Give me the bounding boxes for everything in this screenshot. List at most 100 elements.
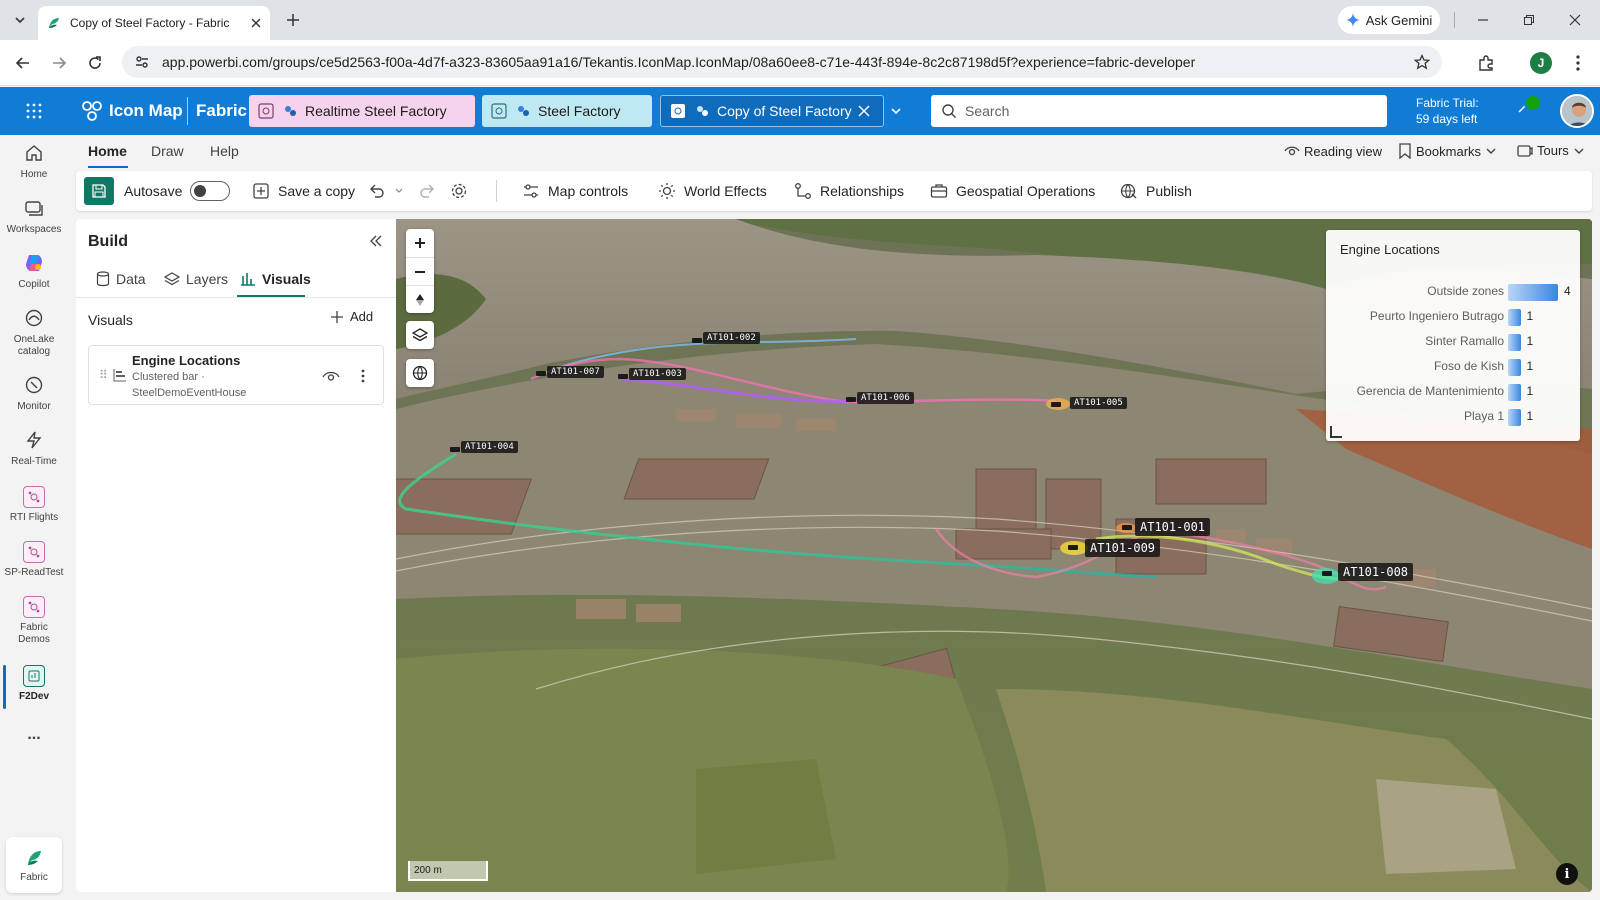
fabric-experience-switcher[interactable]: Fabric bbox=[6, 837, 62, 893]
item-tab-realtime-steel-factory[interactable]: Realtime Steel Factory bbox=[249, 95, 475, 127]
engine-label-at101-004[interactable]: AT101-004 bbox=[461, 441, 518, 453]
chart-bar[interactable] bbox=[1508, 384, 1521, 401]
tab-layers[interactable]: Layers bbox=[164, 271, 228, 287]
globe-button[interactable] bbox=[406, 359, 434, 387]
rail-item-real-time[interactable]: Real-Time bbox=[0, 428, 68, 468]
chevron-down-icon[interactable] bbox=[394, 186, 404, 196]
save-a-copy-button[interactable]: Save a copy bbox=[252, 171, 355, 211]
world-effects-button[interactable]: World Effects bbox=[658, 171, 767, 211]
chart-bar[interactable] bbox=[1508, 409, 1521, 426]
tab-visuals[interactable]: Visuals bbox=[240, 271, 311, 287]
close-icon[interactable] bbox=[250, 17, 262, 29]
rail-item-onelake-catalog[interactable]: OneLake catalog bbox=[0, 306, 68, 358]
info-button[interactable]: i bbox=[1556, 863, 1578, 885]
profile-avatar[interactable]: J bbox=[1530, 52, 1552, 74]
forward-button[interactable] bbox=[47, 51, 71, 75]
engine-label-at101-009[interactable]: AT101-009 bbox=[1085, 539, 1161, 557]
resize-handle-icon[interactable] bbox=[1330, 426, 1342, 438]
publish-button[interactable]: Publish bbox=[1120, 171, 1192, 211]
more-tabs-button[interactable] bbox=[886, 101, 906, 121]
relationships-button[interactable]: Relationships bbox=[794, 171, 904, 211]
chart-bar[interactable] bbox=[1508, 359, 1521, 376]
rail-item-rti-flights[interactable]: RTI Flights bbox=[0, 486, 68, 524]
tab-data[interactable]: Data bbox=[96, 271, 146, 287]
rail-item-workspaces[interactable]: Workspaces bbox=[0, 196, 68, 236]
bookmarks-button[interactable]: Bookmarks bbox=[1398, 143, 1497, 159]
item-tab-copy-of-steel-factory[interactable]: Copy of Steel Factory bbox=[660, 95, 884, 127]
new-tab-button[interactable] bbox=[282, 9, 304, 31]
engine-label-at101-002[interactable]: AT101-002 bbox=[703, 332, 760, 344]
reading-view-button[interactable]: Reading view bbox=[1284, 143, 1382, 159]
app-launcher-button[interactable] bbox=[22, 99, 46, 123]
bookmark-star-icon[interactable] bbox=[1414, 54, 1430, 70]
drag-handle-icon[interactable]: ⠿ bbox=[99, 368, 108, 382]
save-button[interactable] bbox=[84, 171, 114, 211]
visibility-toggle[interactable] bbox=[321, 366, 341, 386]
settings-button[interactable] bbox=[450, 171, 468, 211]
arrow-right-icon bbox=[53, 57, 67, 69]
add-visual-button[interactable]: Add bbox=[330, 309, 373, 324]
icon-map-item-icon bbox=[693, 102, 711, 120]
zoom-out-button[interactable] bbox=[406, 257, 434, 285]
site-settings-icon[interactable] bbox=[134, 54, 150, 70]
chart-category-label: Gerencia de Mantenimiento bbox=[1356, 384, 1504, 398]
engine-locations-chart[interactable]: Engine Locations Outside zones 4 Peurto In… bbox=[1326, 230, 1580, 441]
engine-label-at101-007[interactable]: AT101-007 bbox=[547, 366, 604, 378]
rail-item-monitor[interactable]: Monitor bbox=[0, 373, 68, 413]
geospatial-operations-button[interactable]: Geospatial Operations bbox=[930, 171, 1095, 211]
rail-item-f2dev[interactable]: F2Dev bbox=[0, 665, 68, 703]
restore-button[interactable] bbox=[1514, 8, 1544, 32]
map-controls-label: Map controls bbox=[548, 183, 629, 199]
tab-home[interactable]: Home bbox=[88, 143, 127, 159]
browser-tab-active[interactable]: Copy of Steel Factory - Fabric bbox=[38, 6, 270, 40]
chart-data-label: 4 bbox=[1564, 284, 1571, 298]
rail-item-label: Fabric Demos bbox=[18, 622, 50, 645]
undo-button[interactable] bbox=[368, 171, 404, 211]
zoom-in-button[interactable] bbox=[406, 229, 434, 257]
engine-label-at101-001[interactable]: AT101-001 bbox=[1135, 518, 1211, 536]
collapse-panel-button[interactable] bbox=[364, 229, 388, 253]
rail-item-home[interactable]: Home bbox=[0, 141, 68, 181]
tours-button[interactable]: Tours bbox=[1517, 143, 1585, 158]
rail-item-fabric-demos[interactable]: Fabric Demos bbox=[0, 596, 68, 646]
visual-card-engine-locations[interactable]: ⠿ Engine Locations Clustered bar · Steel… bbox=[88, 345, 384, 405]
close-window-button[interactable] bbox=[1560, 8, 1590, 32]
fabric-trial-status[interactable]: Fabric Trial: 59 days left bbox=[1416, 95, 1479, 127]
ask-gemini-button[interactable]: Ask Gemini bbox=[1338, 6, 1440, 34]
chart-bar[interactable] bbox=[1508, 334, 1521, 351]
layers-button[interactable] bbox=[406, 321, 434, 349]
clustered-bar-icon bbox=[113, 369, 126, 382]
engine-label-at101-008[interactable]: AT101-008 bbox=[1338, 563, 1414, 581]
search-input[interactable]: Search bbox=[931, 95, 1387, 127]
extensions-button[interactable] bbox=[1474, 51, 1498, 75]
close-icon[interactable] bbox=[858, 105, 870, 117]
engine-label-at101-005[interactable]: AT101-005 bbox=[1070, 397, 1127, 409]
autosave-toggle[interactable] bbox=[190, 181, 231, 201]
chart-row: Playa 1 1 bbox=[1326, 405, 1580, 430]
reload-button[interactable] bbox=[83, 51, 107, 75]
url-field[interactable]: app.powerbi.com/groups/ce5d2563-f00a-4d7… bbox=[122, 46, 1442, 78]
redo-button[interactable] bbox=[418, 171, 436, 211]
compass-button[interactable] bbox=[406, 285, 434, 313]
rail-more-button[interactable]: ... bbox=[0, 727, 68, 743]
user-avatar[interactable] bbox=[1560, 94, 1594, 128]
browser-menu-button[interactable] bbox=[1566, 51, 1590, 75]
fabric-logo-icon bbox=[28, 850, 41, 865]
engine-label-at101-006[interactable]: AT101-006 bbox=[857, 392, 914, 404]
engine-label-at101-003[interactable]: AT101-003 bbox=[629, 368, 686, 380]
chevron-down-icon bbox=[891, 108, 901, 115]
map-controls-button[interactable]: Map controls bbox=[522, 171, 628, 211]
tab-search-button[interactable] bbox=[8, 8, 32, 32]
tab-help[interactable]: Help bbox=[210, 143, 239, 159]
rail-item-copilot[interactable]: Copilot bbox=[0, 251, 68, 291]
chart-bar[interactable] bbox=[1508, 309, 1521, 326]
item-tab-steel-factory[interactable]: Steel Factory bbox=[482, 95, 652, 127]
minimize-button[interactable] bbox=[1468, 8, 1498, 32]
chart-bar[interactable] bbox=[1508, 284, 1558, 301]
rail-item-sp-readtest[interactable]: SP-ReadTest bbox=[0, 541, 68, 579]
map-canvas[interactable]: AT101-002 AT101-007 AT101-003 AT101-006 … bbox=[396, 219, 1592, 892]
app-name[interactable]: Icon Map bbox=[109, 101, 183, 121]
tab-draw[interactable]: Draw bbox=[151, 143, 184, 159]
visual-more-options[interactable] bbox=[353, 366, 373, 386]
back-button[interactable] bbox=[11, 51, 35, 75]
